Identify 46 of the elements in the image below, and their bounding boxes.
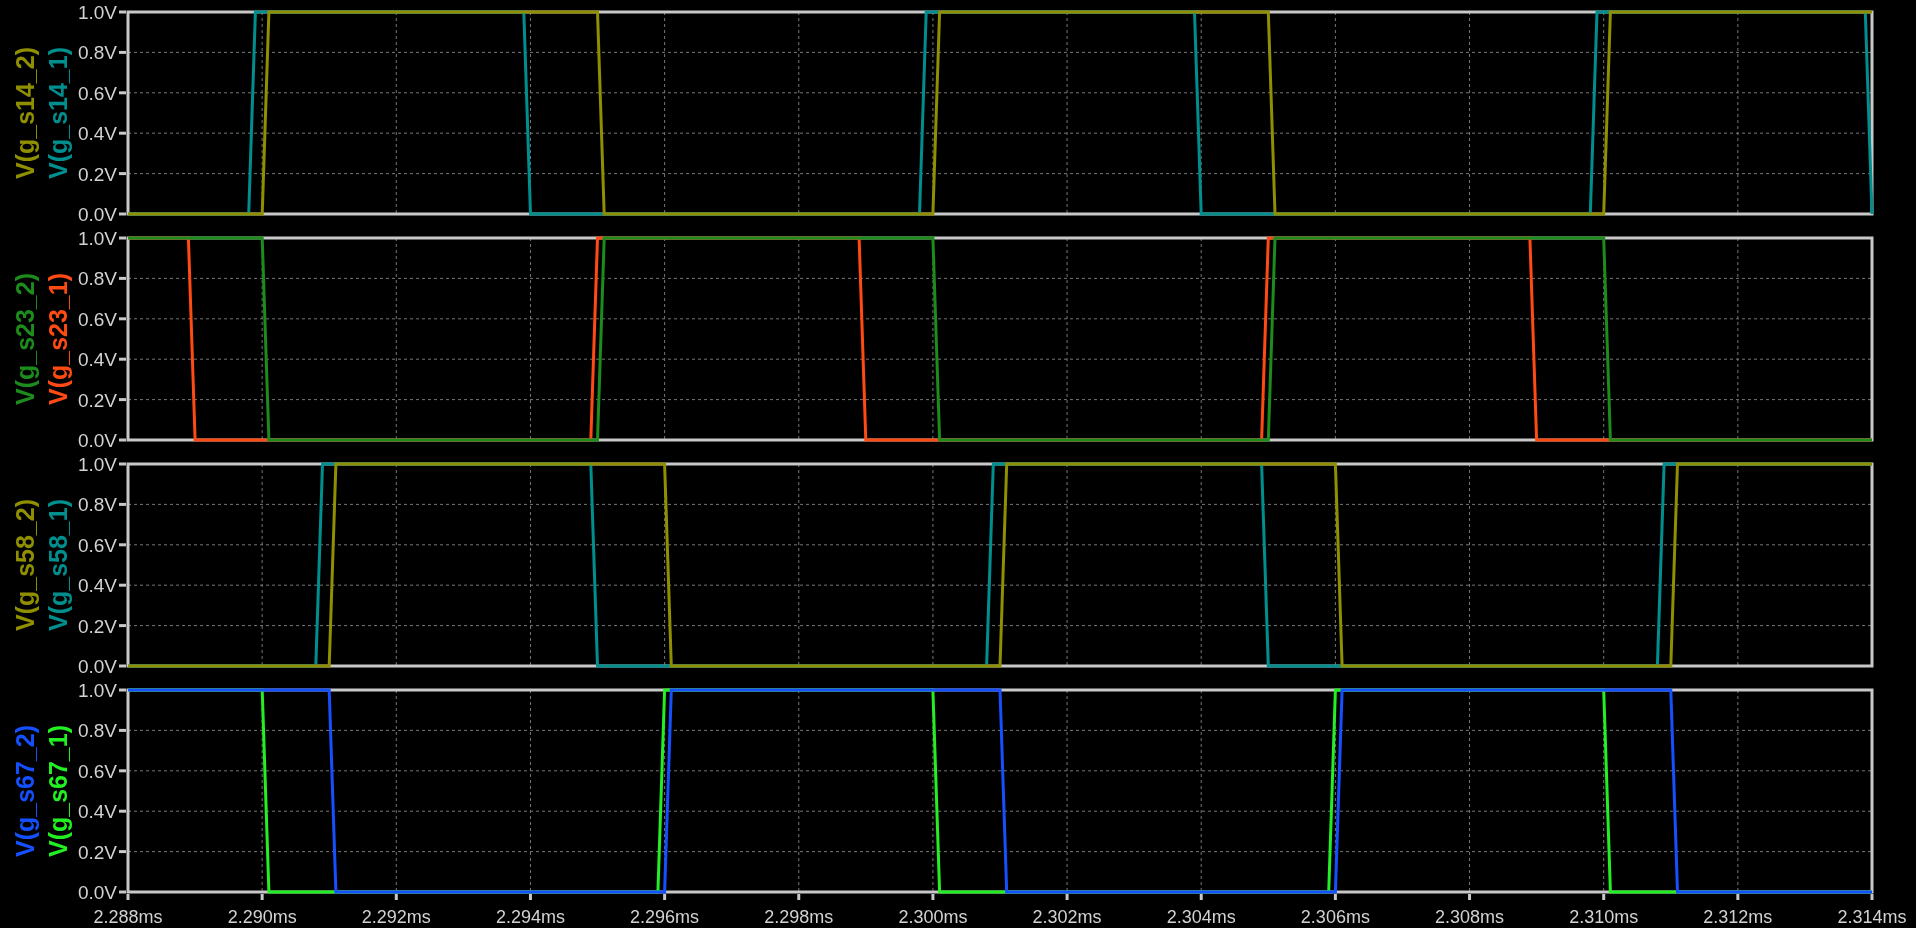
trace-label: V(g_s58_2) [11, 499, 39, 631]
axis-tick-label: 0.6V [77, 760, 117, 782]
axis-tick-label: 0.6V [77, 308, 117, 330]
axis-tick-label: 0.6V [77, 534, 117, 556]
axis-tick-label: 1.0V [77, 454, 117, 475]
trace-label: V(g_s14_1) [44, 47, 72, 179]
trace-label: V(g_s14_2) [11, 47, 39, 179]
axis-tick-label: 0.6V [77, 82, 117, 104]
axis-tick-label: 0.4V [77, 801, 117, 823]
axis-tick-label: 2.296ms [630, 907, 700, 927]
axis-tick-label: 2.308ms [1435, 907, 1505, 927]
axis-tick-label: 0.0V [77, 430, 117, 451]
axis-tick-label: 2.310ms [1569, 907, 1639, 927]
axis-tick-label: 0.8V [77, 268, 117, 290]
axis-tick-label: 2.314ms [1837, 907, 1907, 927]
axis-tick-label: 2.288ms [93, 907, 163, 927]
axis-tick-label: 2.292ms [361, 907, 431, 927]
axis-tick-label: 0.4V [77, 123, 117, 145]
axis-tick-label: 0.8V [77, 494, 117, 516]
axis-tick-label: 1.0V [77, 228, 117, 249]
trace-label: V(g_s58_1) [44, 499, 72, 631]
axis-tick-label: 0.2V [77, 389, 117, 411]
trace-label: V(g_s23_2) [11, 273, 39, 405]
axis-tick-label: 0.4V [77, 349, 117, 371]
axis-tick-label: 0.2V [77, 163, 117, 185]
trace-label: V(g_s23_1) [44, 273, 72, 405]
axis-tick-label: 0.0V [77, 204, 117, 225]
axis-tick-label: 2.294ms [495, 907, 565, 927]
axis-tick-label: 2.290ms [227, 907, 297, 927]
axis-tick-label: 1.0V [77, 680, 117, 701]
axis-tick-label: 2.312ms [1703, 907, 1773, 927]
axis-tick-label: 2.298ms [764, 907, 834, 927]
axis-tick-label: 0.4V [77, 575, 117, 597]
axis-tick-label: 0.8V [77, 42, 117, 64]
axis-tick-label: 0.0V [77, 656, 117, 677]
axis-tick-label: 0.2V [77, 615, 117, 637]
axis-tick-label: 0.2V [77, 841, 117, 863]
trace-label: V(g_s67_1) [44, 725, 72, 857]
axis-tick-label: 0.0V [77, 882, 117, 903]
axis-tick-label: 2.304ms [1166, 907, 1236, 927]
axis-tick-label: 2.300ms [898, 907, 968, 927]
trace-label: V(g_s67_2) [11, 725, 39, 857]
axis-tick-label: 2.306ms [1300, 907, 1370, 927]
axis-tick-label: 0.8V [77, 720, 117, 742]
axis-tick-label: 1.0V [77, 2, 117, 23]
axis-tick-label: 2.302ms [1032, 907, 1102, 927]
